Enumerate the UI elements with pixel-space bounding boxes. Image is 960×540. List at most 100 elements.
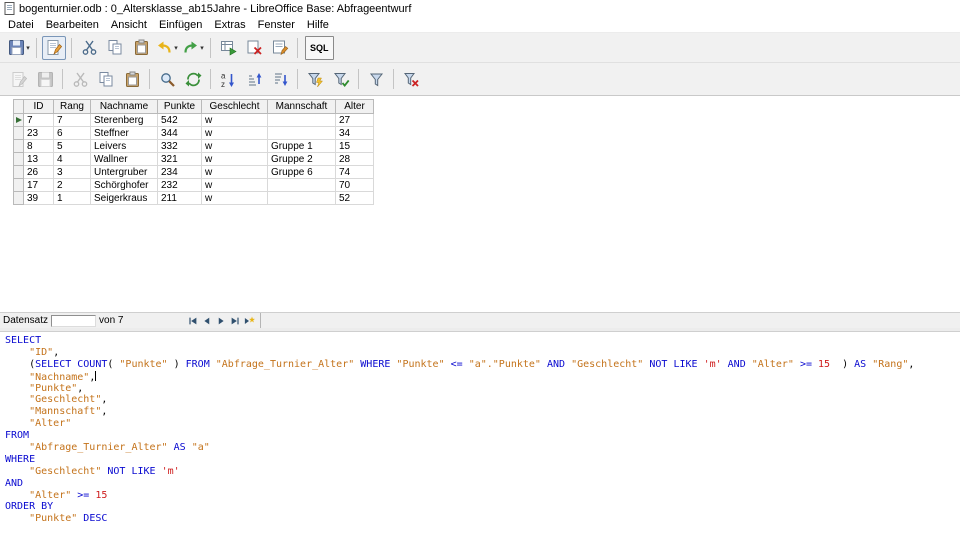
sort-ascending-button[interactable] xyxy=(242,67,266,91)
dropdown-caret-icon[interactable]: ▾ xyxy=(200,44,204,52)
cell[interactable]: 321 xyxy=(158,153,202,166)
standard-filter-button[interactable] xyxy=(364,67,388,91)
cell[interactable]: 74 xyxy=(336,166,374,179)
cell[interactable]: 39 xyxy=(24,192,54,205)
paste-button[interactable] xyxy=(129,36,153,60)
cell[interactable]: 332 xyxy=(158,140,202,153)
cell[interactable]: Sterenberg xyxy=(91,114,158,127)
cut-button[interactable] xyxy=(77,36,101,60)
cell[interactable]: 23 xyxy=(24,127,54,140)
auto-filter-button[interactable] xyxy=(303,67,327,91)
menu-fenster[interactable]: Fenster xyxy=(252,18,301,32)
cell[interactable]: 34 xyxy=(336,127,374,140)
copy-button[interactable] xyxy=(103,36,127,60)
grid-corner[interactable] xyxy=(14,100,24,114)
run-query-button[interactable] xyxy=(216,36,240,60)
menu-einfgen[interactable]: Einfügen xyxy=(153,18,208,32)
cell[interactable]: w xyxy=(202,153,268,166)
cell[interactable]: 15 xyxy=(336,140,374,153)
menu-extras[interactable]: Extras xyxy=(208,18,251,32)
cell[interactable] xyxy=(268,127,336,140)
cell[interactable]: w xyxy=(202,166,268,179)
cell[interactable]: 17 xyxy=(24,179,54,192)
cell[interactable]: 234 xyxy=(158,166,202,179)
cell[interactable]: 28 xyxy=(336,153,374,166)
cell[interactable]: Wallner xyxy=(91,153,158,166)
dropdown-caret-icon[interactable]: ▾ xyxy=(174,44,178,52)
apply-filter-button[interactable] xyxy=(329,67,353,91)
row-selector[interactable] xyxy=(14,166,24,179)
cell[interactable]: 26 xyxy=(24,166,54,179)
edit-data-button[interactable] xyxy=(42,36,66,60)
cell[interactable]: 6 xyxy=(54,127,91,140)
cell[interactable]: w xyxy=(202,127,268,140)
save-button[interactable]: ▾ xyxy=(7,36,31,60)
cell[interactable] xyxy=(268,179,336,192)
cell[interactable]: 5 xyxy=(54,140,91,153)
sort-button[interactable]: az xyxy=(216,67,240,91)
cell[interactable]: 13 xyxy=(24,153,54,166)
column-header-geschlecht[interactable]: Geschlecht xyxy=(202,100,268,114)
refresh-button[interactable] xyxy=(181,67,205,91)
first-record-button[interactable] xyxy=(186,314,199,327)
paste-button[interactable] xyxy=(120,67,144,91)
dropdown-caret-icon[interactable]: ▾ xyxy=(26,44,30,52)
cell[interactable]: 232 xyxy=(158,179,202,192)
row-selector[interactable] xyxy=(14,114,24,127)
sql-mode-button[interactable]: SQL xyxy=(305,36,334,60)
cell[interactable]: Leivers xyxy=(91,140,158,153)
sort-descending-button[interactable] xyxy=(268,67,292,91)
cell[interactable]: Gruppe 6 xyxy=(268,166,336,179)
previous-record-button[interactable] xyxy=(200,314,213,327)
cell[interactable]: Untergruber xyxy=(91,166,158,179)
cell[interactable]: 3 xyxy=(54,166,91,179)
cell[interactable]: 7 xyxy=(24,114,54,127)
row-selector[interactable] xyxy=(14,179,24,192)
cell[interactable]: 52 xyxy=(336,192,374,205)
cell[interactable]: Seigerkraus xyxy=(91,192,158,205)
cell[interactable]: 4 xyxy=(54,153,91,166)
cell[interactable]: w xyxy=(202,192,268,205)
column-header-id[interactable]: ID xyxy=(24,100,54,114)
column-header-alter[interactable]: Alter xyxy=(336,100,374,114)
menu-datei[interactable]: Datei xyxy=(2,18,40,32)
cell[interactable]: 542 xyxy=(158,114,202,127)
cell[interactable]: Steffner xyxy=(91,127,158,140)
cell[interactable]: 70 xyxy=(336,179,374,192)
cell[interactable]: w xyxy=(202,179,268,192)
result-grid[interactable]: IDRangNachnamePunkteGeschlechtMannschaft… xyxy=(13,99,374,205)
cell[interactable]: 7 xyxy=(54,114,91,127)
row-selector[interactable] xyxy=(14,140,24,153)
cell[interactable]: w xyxy=(202,114,268,127)
cell[interactable]: Gruppe 2 xyxy=(268,153,336,166)
cell[interactable]: 8 xyxy=(24,140,54,153)
redo-button[interactable]: ▾ xyxy=(181,36,205,60)
row-selector[interactable] xyxy=(14,153,24,166)
clear-query-button[interactable] xyxy=(242,36,266,60)
cell[interactable]: 211 xyxy=(158,192,202,205)
menu-ansicht[interactable]: Ansicht xyxy=(105,18,153,32)
cell[interactable]: 2 xyxy=(54,179,91,192)
cell[interactable]: 27 xyxy=(336,114,374,127)
reset-filter-button[interactable] xyxy=(399,67,423,91)
sql-editor[interactable]: SELECT "ID", (SELECT COUNT( "Punkte" ) F… xyxy=(0,332,960,540)
column-header-mannschaft[interactable]: Mannschaft xyxy=(268,100,336,114)
find-record-button[interactable] xyxy=(155,67,179,91)
menu-bearbeiten[interactable]: Bearbeiten xyxy=(40,18,105,32)
cell[interactable]: 344 xyxy=(158,127,202,140)
cell[interactable]: Schörghofer xyxy=(91,179,158,192)
last-record-button[interactable] xyxy=(228,314,241,327)
cell[interactable]: w xyxy=(202,140,268,153)
column-header-punkte[interactable]: Punkte xyxy=(158,100,202,114)
row-selector[interactable] xyxy=(14,127,24,140)
column-header-nachname[interactable]: Nachname xyxy=(91,100,158,114)
menu-hilfe[interactable]: Hilfe xyxy=(301,18,335,32)
copy-button[interactable] xyxy=(94,67,118,91)
new-record-button[interactable] xyxy=(242,314,255,327)
row-selector[interactable] xyxy=(14,192,24,205)
cell[interactable]: 1 xyxy=(54,192,91,205)
cell[interactable] xyxy=(268,192,336,205)
next-record-button[interactable] xyxy=(214,314,227,327)
design-view-button[interactable] xyxy=(268,36,292,60)
cell[interactable] xyxy=(268,114,336,127)
